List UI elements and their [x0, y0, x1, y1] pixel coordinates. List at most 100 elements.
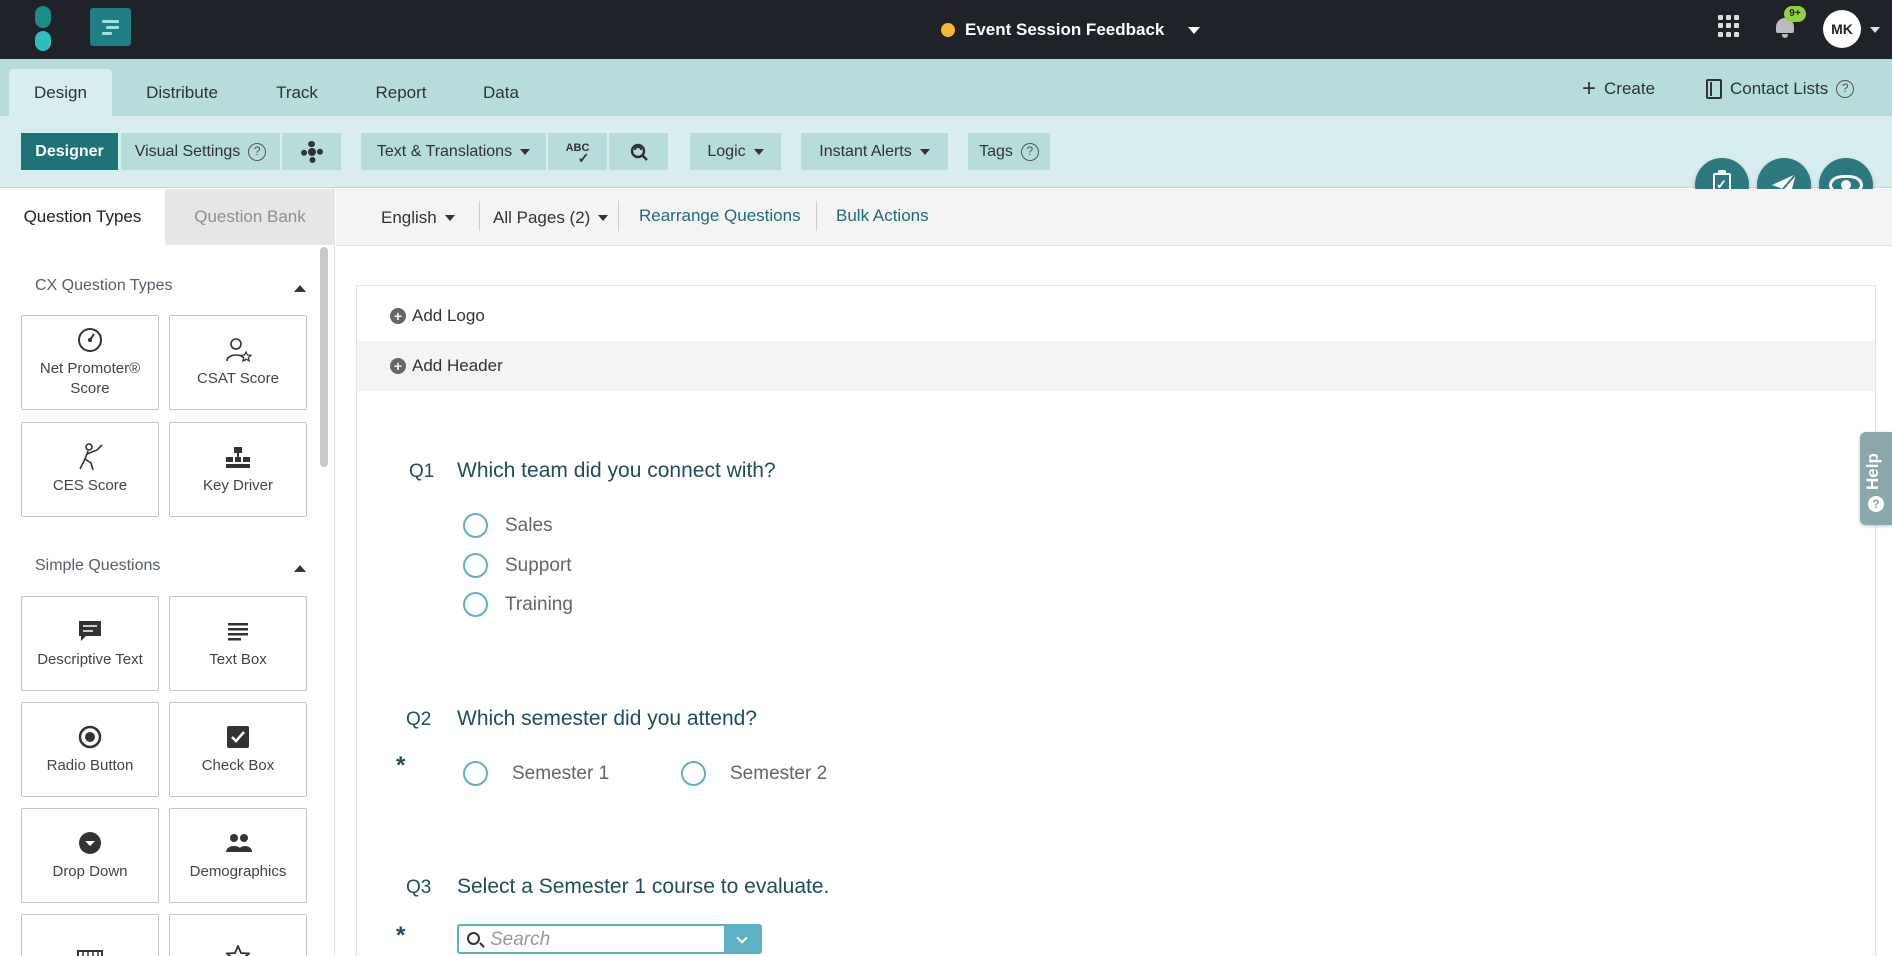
survey-title: Event Session Feedback: [965, 20, 1165, 39]
question-type-label: CES Score: [52, 476, 128, 494]
apps-grid-icon[interactable]: [1718, 15, 1740, 37]
help-circle-icon: ?: [1868, 496, 1884, 512]
course-search-dropdown[interactable]: Search: [457, 924, 762, 954]
find-replace-button[interactable]: [609, 133, 668, 170]
tab-data[interactable]: Data: [472, 69, 530, 116]
text-translations-dropdown[interactable]: Text & Translations: [361, 133, 546, 170]
question-type-ces-score[interactable]: CES Score: [21, 422, 159, 517]
radio-option-sales[interactable]: [463, 513, 488, 538]
contact-lists-button[interactable]: Contact Lists ?: [1706, 77, 1855, 101]
designer-button[interactable]: Designer: [21, 133, 118, 170]
avatar-chevron-down-icon[interactable]: [1870, 27, 1880, 33]
logic-dropdown[interactable]: Logic: [690, 133, 781, 170]
question-type-descriptive-text[interactable]: Descriptive Text: [21, 596, 159, 691]
question-type-radio-button[interactable]: Radio Button: [21, 702, 159, 797]
contact-book-icon: [1706, 79, 1722, 99]
option-label[interactable]: Semester 2: [730, 763, 827, 785]
question-type-key-driver[interactable]: Key Driver: [169, 422, 307, 517]
survey-tools-bar: English All Pages (2) Rearrange Question…: [336, 189, 1892, 246]
option-label[interactable]: Sales: [505, 515, 553, 537]
effort-icon: [75, 442, 105, 470]
question-type-label: CSAT Score: [197, 369, 279, 387]
radio-option-semester-2[interactable]: [681, 761, 706, 786]
question-text[interactable]: Select a Semester 1 course to evaluate.: [457, 875, 829, 899]
radio-option-training[interactable]: [463, 592, 488, 617]
section-cx-question-types[interactable]: CX Question Types: [35, 277, 173, 295]
survey-title-dropdown[interactable]: Event Session Feedback: [941, 18, 1201, 42]
language-label: English: [381, 208, 437, 227]
pages-dropdown[interactable]: All Pages (2): [493, 189, 609, 246]
create-button[interactable]: + Create: [1582, 77, 1655, 101]
checkbox-icon: [226, 724, 250, 750]
help-circle-icon[interactable]: ?: [1836, 80, 1855, 98]
question-text[interactable]: Which semester did you attend?: [457, 707, 757, 731]
question-type-text-box[interactable]: Text Box: [169, 596, 307, 691]
section-simple-questions[interactable]: Simple Questions: [35, 557, 160, 575]
question-type-label: Net Promoter® Score: [39, 359, 141, 397]
gauge-icon: [77, 327, 103, 353]
chevron-down-icon[interactable]: [724, 926, 760, 952]
radio-option-semester-1[interactable]: [463, 761, 488, 786]
add-header-button[interactable]: + Add Header: [357, 341, 1875, 391]
question-type-check-box[interactable]: Check Box: [169, 702, 307, 797]
add-logo-button[interactable]: + Add Logo: [357, 291, 1875, 341]
spellcheck-icon: ABC: [566, 142, 590, 167]
gear-icon: [300, 140, 323, 163]
option-label[interactable]: Semester 1: [512, 763, 609, 785]
required-asterisk-icon: *: [396, 922, 406, 949]
tab-report[interactable]: Report: [364, 69, 438, 116]
collapse-caret-icon[interactable]: [294, 565, 306, 572]
language-dropdown[interactable]: English: [381, 189, 455, 246]
question-type-rating[interactable]: [169, 914, 307, 956]
question-type-scale[interactable]: [21, 914, 159, 956]
question-number: Q1: [409, 461, 435, 482]
divider: [479, 201, 480, 231]
help-label: Help: [1863, 453, 1882, 490]
survey-canvas: + Add Logo + Add Header: [356, 285, 1876, 956]
plus-circle-icon: +: [390, 308, 406, 324]
notifications-bell-icon[interactable]: 9+: [1774, 6, 1806, 40]
collapse-caret-icon[interactable]: [294, 285, 306, 292]
avatar[interactable]: MK: [1823, 10, 1861, 48]
visual-settings-button[interactable]: Visual Settings ?: [121, 133, 280, 170]
text-translations-label: Text & Translations: [376, 142, 513, 160]
question-type-drop-down[interactable]: Drop Down: [21, 808, 159, 903]
notification-badge: 9+: [1784, 6, 1806, 22]
tab-distribute[interactable]: Distribute: [128, 69, 236, 116]
spellcheck-button[interactable]: ABC: [548, 133, 607, 170]
settings-button[interactable]: [282, 133, 341, 170]
create-label: Create: [1604, 79, 1656, 98]
question-number: Q2: [406, 709, 432, 730]
chevron-down-icon: [1188, 26, 1201, 34]
tags-button[interactable]: Tags ?: [968, 133, 1050, 170]
top-bar: Event Session Feedback 9+ MK: [0, 0, 1892, 59]
option-label[interactable]: Training: [505, 594, 573, 616]
visual-settings-label: Visual Settings: [134, 142, 241, 160]
search-placeholder: Search: [490, 929, 551, 950]
app-switcher-icon[interactable]: [90, 8, 131, 46]
star-icon: [226, 943, 250, 956]
question-type-demographics[interactable]: Demographics: [169, 808, 307, 903]
search-icon: [467, 932, 480, 945]
radio-option-support[interactable]: [463, 553, 488, 578]
tab-question-types[interactable]: Question Types: [0, 189, 165, 245]
comment-icon: [77, 618, 103, 644]
instant-alerts-dropdown[interactable]: Instant Alerts: [801, 133, 948, 170]
tab-question-bank[interactable]: Question Bank: [165, 189, 335, 245]
divider: [816, 201, 817, 231]
rearrange-questions-link[interactable]: Rearrange Questions: [639, 187, 801, 244]
tab-design[interactable]: Design: [9, 69, 112, 116]
brand-logo-icon[interactable]: [28, 6, 58, 51]
option-label[interactable]: Support: [505, 555, 572, 577]
tab-track[interactable]: Track: [264, 69, 330, 116]
chevron-down-icon: [753, 148, 764, 155]
pages-label: All Pages (2): [493, 208, 591, 227]
question-type-csat-score[interactable]: CSAT Score: [169, 315, 307, 410]
question-type-net-promoter[interactable]: Net Promoter® Score: [21, 315, 159, 410]
bulk-actions-link[interactable]: Bulk Actions: [836, 187, 929, 244]
question-text[interactable]: Which team did you connect with?: [457, 459, 776, 483]
design-toolbar: Designer Visual Settings ? Text & Transl…: [0, 116, 1892, 188]
panel-scrollbar[interactable]: [320, 247, 328, 467]
help-side-tab[interactable]: Help ?: [1860, 432, 1892, 525]
find-replace-icon: [630, 143, 648, 161]
